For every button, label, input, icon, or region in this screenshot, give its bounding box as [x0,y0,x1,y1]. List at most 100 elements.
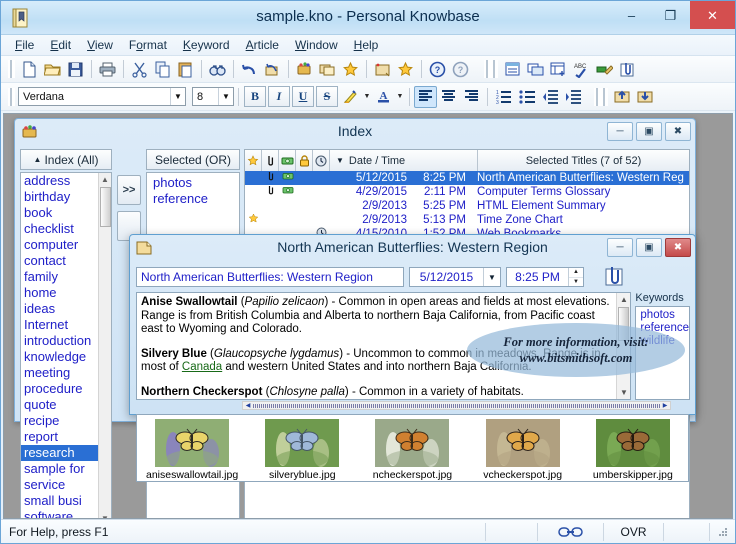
col-attachment-icon[interactable] [262,150,279,171]
hscroll-left-arrow-icon[interactable]: ◀ [243,402,253,409]
italic-button[interactable]: I [268,86,290,107]
bold-button[interactable]: B [244,86,266,107]
highlight-pen-icon[interactable] [339,86,362,108]
attachment-thumbnail[interactable] [155,419,229,467]
star-gold-icon[interactable] [394,58,417,80]
format-toolbar-grip-2[interactable] [594,88,601,106]
article-keyword-item[interactable]: reference [640,322,689,335]
article-close-button[interactable]: ✖ [665,238,691,257]
table-row[interactable]: 4/29/20152:11 PMComputer Terms Glossary [245,185,689,199]
keyword-paint-icon[interactable] [293,58,316,80]
font-name-combo[interactable]: Verdana ▼ [18,87,186,106]
format-toolbar-grip-3[interactable] [601,88,608,106]
scroll-down-arrow-icon[interactable]: ▼ [617,386,630,399]
menu-window[interactable]: Window [287,36,346,54]
scroll-thumb[interactable] [100,187,111,227]
font-size-combo[interactable]: 8 ▼ [192,87,234,106]
new-article-icon[interactable] [371,58,394,80]
attachment-icon[interactable] [599,264,629,290]
toolbar-grip-3[interactable] [491,60,498,78]
attachment-item[interactable]: aniseswallowtail.jpg [142,419,242,481]
index-list-scrollbar[interactable]: ▲▼ [98,173,111,519]
window-list-icon[interactable] [501,58,524,80]
scroll-down-arrow-icon[interactable]: ▼ [101,512,109,519]
menu-article[interactable]: Article [238,36,287,54]
canada-link[interactable]: Canada [182,361,222,373]
new-file-icon[interactable] [18,58,41,80]
col-star-icon[interactable] [245,150,262,171]
col-clock-icon[interactable] [313,150,330,171]
maximize-button[interactable]: ❐ [651,1,690,29]
resize-grip-icon[interactable] [709,523,735,541]
align-center-icon[interactable] [437,86,460,108]
toolbar-grip-2[interactable] [484,60,491,78]
col-date-time[interactable]: ▼ Date / Time [330,150,478,171]
find-binoculars-icon[interactable] [206,58,229,80]
toolbar-grip[interactable] [8,60,15,78]
time-spinner[interactable]: ▲▼ [568,268,583,286]
window-cascade-icon[interactable] [524,58,547,80]
article-keyword-item[interactable]: photos [640,309,689,322]
print-icon[interactable] [96,58,119,80]
selected-keyword-item[interactable]: reference [150,191,239,207]
bulleted-list-icon[interactable] [515,86,538,108]
edit-pencil-icon[interactable] [593,58,616,80]
export-icon[interactable] [634,86,657,108]
spin-down-icon[interactable]: ▼ [569,278,583,287]
article-text-editor[interactable]: Anise Swallowtail (Papilio zelicaon) - C… [136,292,631,400]
help-context-icon[interactable]: ? [449,58,472,80]
attachment-item[interactable]: silveryblue.jpg [252,419,352,481]
indent-icon[interactable] [561,86,584,108]
article-date-input[interactable]: 5/12/2015 ▼ [409,267,501,287]
font-color-dropdown-icon[interactable]: ▼ [395,86,405,108]
menu-help[interactable]: Help [346,36,387,54]
spin-up-icon[interactable]: ▲ [569,268,583,278]
menu-view[interactable]: View [79,36,121,54]
attachment-thumbnail[interactable] [486,419,560,467]
index-keyword-list[interactable]: addressbirthdaybookchecklistcomputercont… [20,172,112,519]
close-button[interactable]: ✕ [690,1,735,29]
table-row[interactable]: 2/9/20135:13 PMTime Zone Chart [245,213,689,227]
attachment-thumbnail[interactable] [596,419,670,467]
article-time-input[interactable]: 8:25 PM ▲▼ [506,267,584,287]
highlight-dropdown-icon[interactable]: ▼ [362,86,372,108]
font-color-icon[interactable]: A [372,86,395,108]
selected-or-header[interactable]: Selected (OR) [146,149,240,170]
cut-scissors-icon[interactable] [128,58,151,80]
date-dropdown-icon[interactable]: ▼ [483,268,500,286]
col-money-icon[interactable] [279,150,296,171]
attachment-item[interactable]: vcheckerspot.jpg [473,419,573,481]
underline-button[interactable]: U [292,86,314,107]
article-horizontal-scrollbar[interactable]: ◀ ▶ [242,401,671,410]
copy-icon[interactable] [151,58,174,80]
selected-keyword-item[interactable]: photos [150,175,239,191]
attachment-item[interactable]: umberskipper.jpg [583,419,683,481]
attachment-thumbnail[interactable] [375,419,449,467]
titles-grid-rows[interactable]: 5/12/20158:25 PMNorth American Butterfli… [245,171,689,241]
article-title-input[interactable]: North American Butterflies: Western Regi… [136,267,404,287]
window-tile-icon[interactable] [547,58,570,80]
chevron-down-icon[interactable]: ▼ [170,88,185,105]
paste-icon[interactable] [174,58,197,80]
redo-icon[interactable] [261,58,284,80]
col-lock-icon[interactable] [296,150,313,171]
attachments-strip[interactable]: aniseswallowtail.jpgsilveryblue.jpgnchec… [136,414,689,482]
save-disk-icon[interactable] [64,58,87,80]
hscroll-right-arrow-icon[interactable]: ▶ [660,402,670,409]
table-row[interactable]: 5/12/20158:25 PMNorth American Butterfli… [245,171,689,185]
attachment-thumbnail[interactable] [265,419,339,467]
add-keyword-button[interactable]: >> [117,175,141,205]
undo-icon[interactable] [238,58,261,80]
outdent-icon[interactable] [538,86,561,108]
menu-edit[interactable]: Edit [42,36,79,54]
menu-format[interactable]: Format [121,36,175,54]
scroll-up-arrow-icon[interactable]: ▲ [617,293,630,306]
minimize-button[interactable]: – [612,1,651,29]
menu-keyword[interactable]: Keyword [175,36,238,54]
scroll-up-arrow-icon[interactable]: ▲ [101,173,109,186]
article-keyword-item[interactable]: wildlife [640,335,689,348]
help-icon[interactable]: ? [426,58,449,80]
numbered-list-icon[interactable]: 123 [492,86,515,108]
strikethrough-button[interactable]: S [316,86,338,107]
index-close-button[interactable]: ✖ [665,122,691,141]
